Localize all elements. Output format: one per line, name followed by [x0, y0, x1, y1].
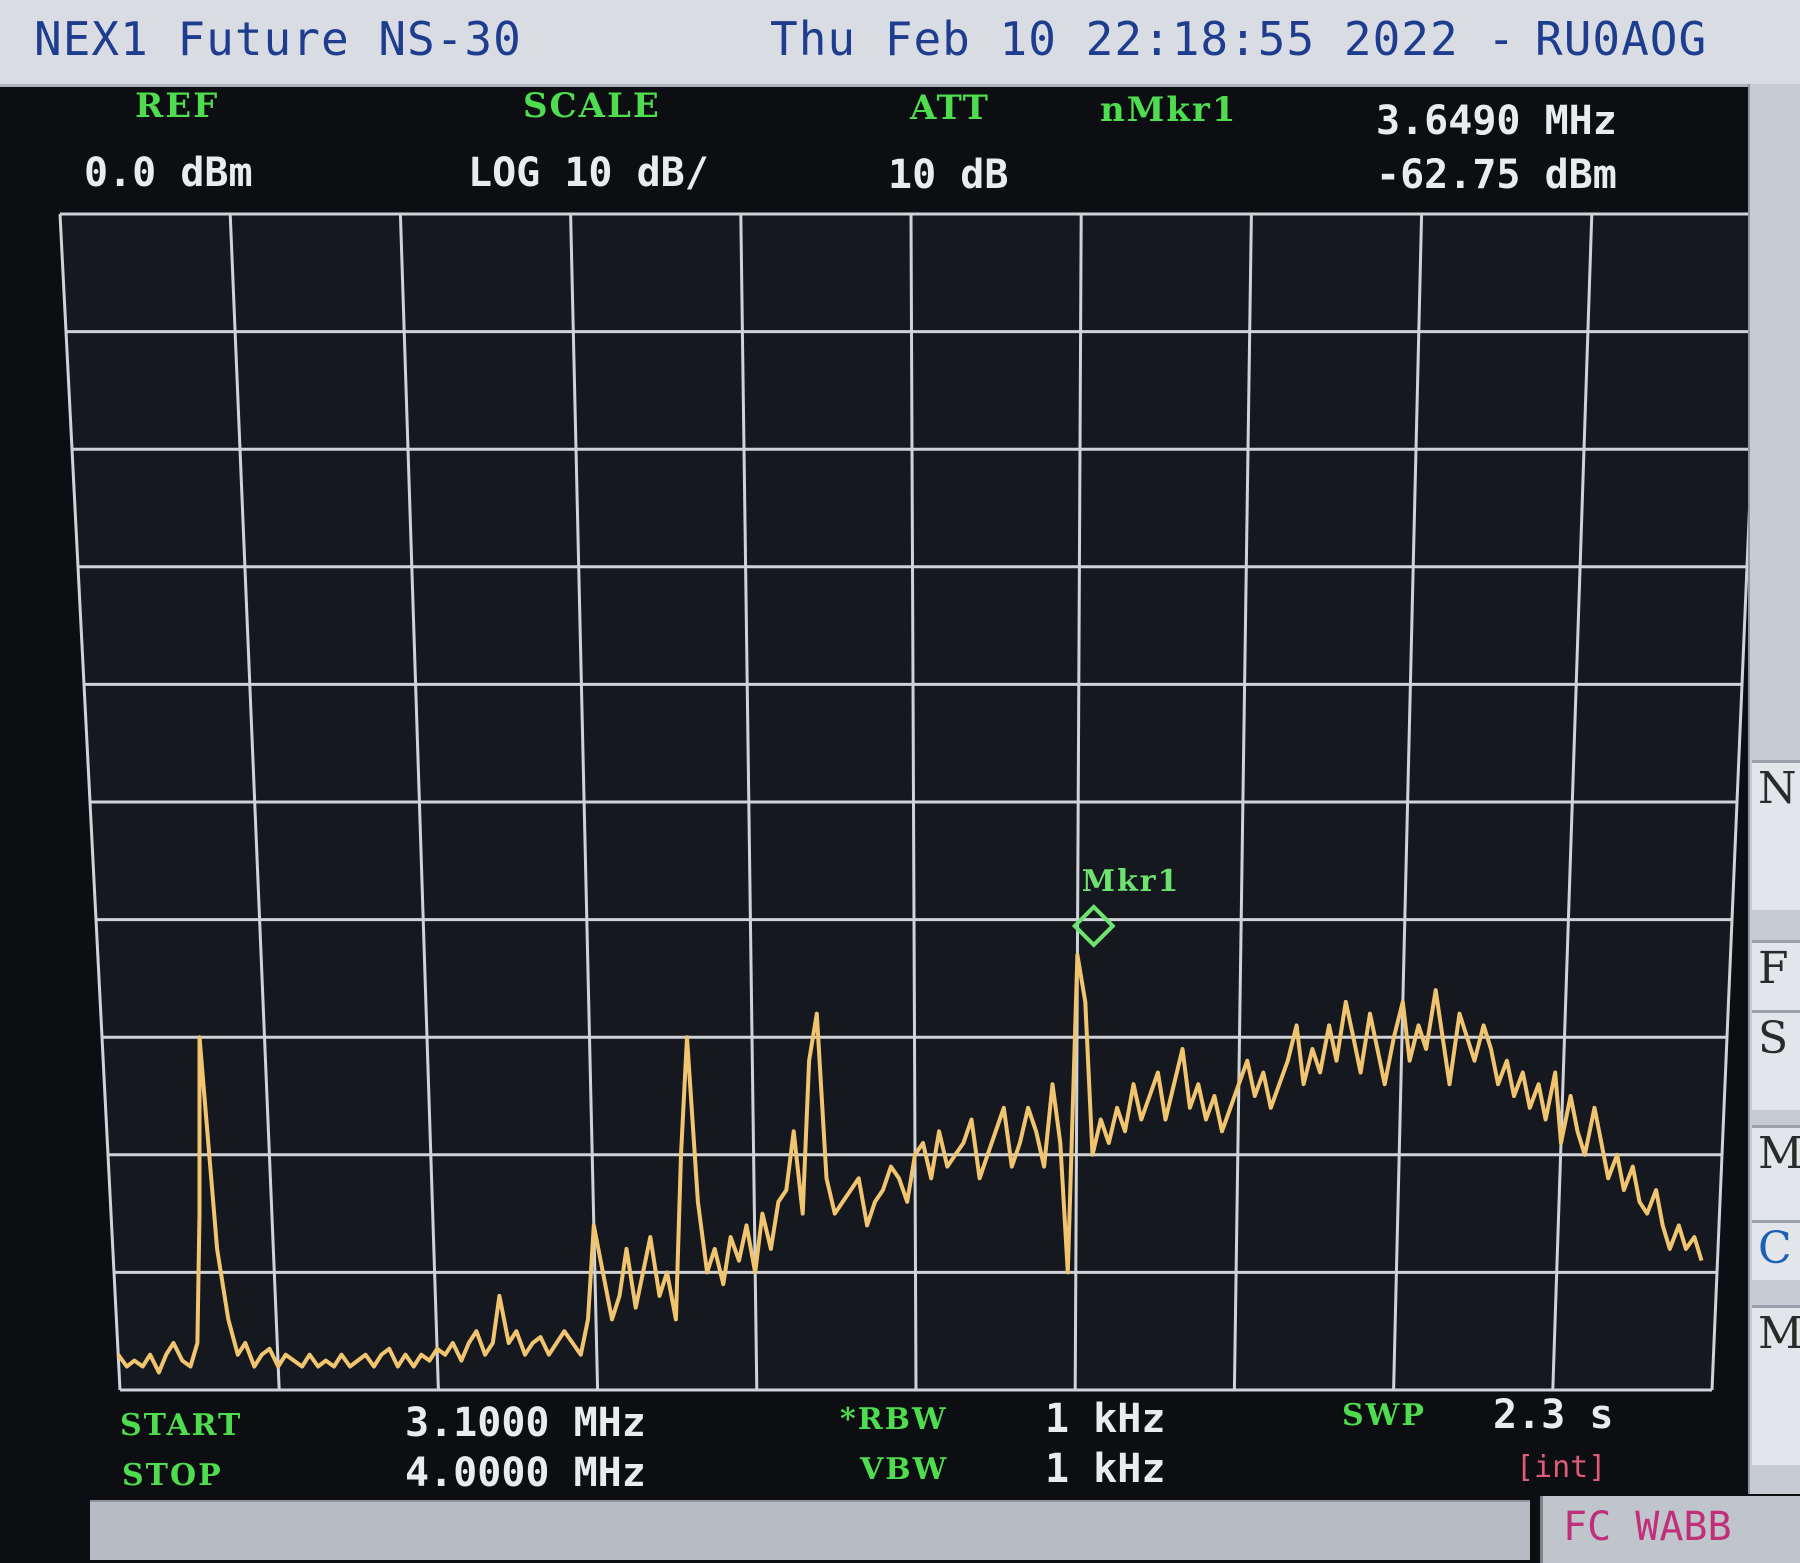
sweep-mode: [int] [1516, 1450, 1607, 1485]
status-box: FC WABB [1540, 1496, 1800, 1563]
bottom-status-bar [90, 1500, 1530, 1560]
softkey-5[interactable]: C [1752, 1220, 1800, 1280]
rbw-value[interactable]: 1 kHz [1045, 1396, 1165, 1442]
vbw-value[interactable]: 1 kHz [1045, 1446, 1165, 1492]
spectrum-plot[interactable]: Mkr1 [0, 0, 1800, 1563]
softkey-4[interactable]: M [1752, 1125, 1800, 1235]
analyzer-screen: NEX1 Future NS-30 Thu Feb 10 22:18:55 20… [0, 0, 1800, 1563]
status-box-text: FC WABB [1563, 1504, 1732, 1550]
softkey-1[interactable]: N [1752, 760, 1800, 910]
start-value[interactable]: 3.1000 MHz [405, 1400, 646, 1446]
marker-tag: Mkr1 [1082, 864, 1181, 899]
sweep-label: SWP [1342, 1398, 1426, 1433]
start-label: START [120, 1408, 243, 1443]
softkey-3[interactable]: S [1752, 1010, 1800, 1110]
sweep-value[interactable]: 2.3 s [1493, 1392, 1613, 1438]
stop-label: STOP [122, 1458, 223, 1493]
vbw-label: VBW [860, 1452, 949, 1487]
stop-value[interactable]: 4.0000 MHz [405, 1450, 646, 1496]
rbw-label: *RBW [840, 1402, 948, 1437]
softkey-6[interactable]: Mo [1752, 1305, 1800, 1465]
